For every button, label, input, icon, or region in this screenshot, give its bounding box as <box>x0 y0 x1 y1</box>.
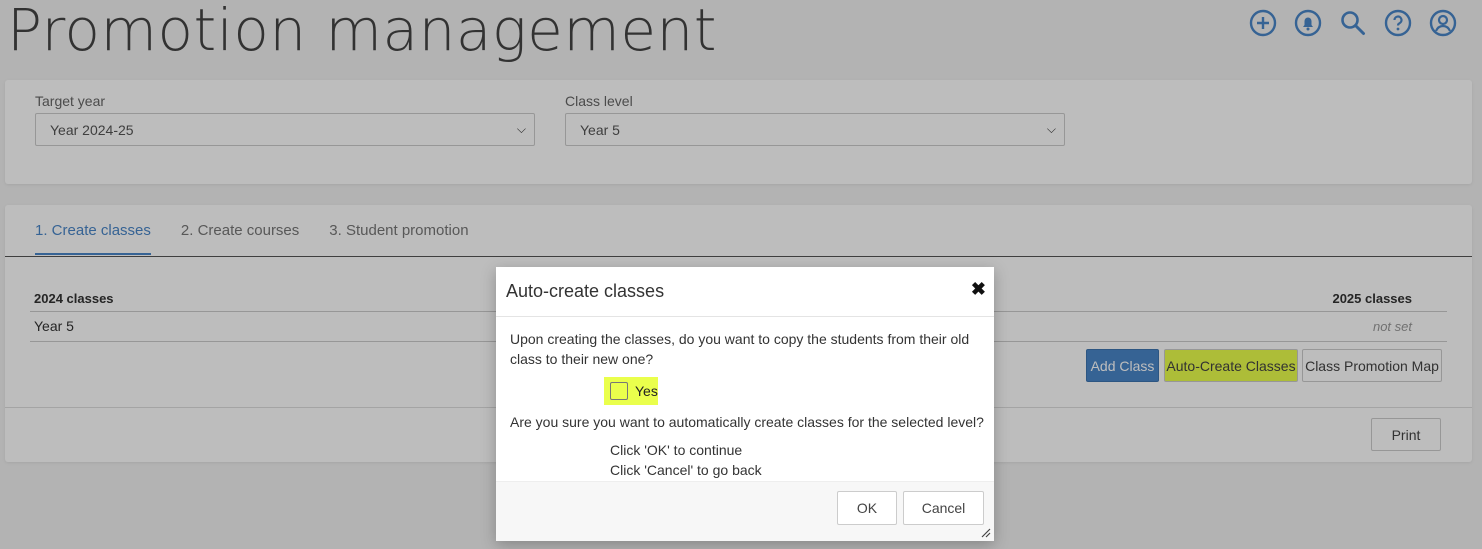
close-icon[interactable]: ✖ <box>971 279 986 300</box>
confirm-question: Are you sure you want to automatically c… <box>510 414 984 430</box>
dialog-title: Auto-create classes <box>506 281 665 301</box>
copy-students-checkbox[interactable] <box>610 382 628 400</box>
copy-students-option[interactable]: Yes <box>604 377 658 405</box>
cancel-button[interactable]: Cancel <box>903 491 984 525</box>
copy-students-checkbox-label[interactable]: Yes <box>635 383 658 399</box>
ok-button[interactable]: OK <box>837 491 897 525</box>
dialog-footer: OK Cancel <box>496 481 994 541</box>
instruction-cancel: Click 'Cancel' to go back <box>610 462 762 478</box>
dialog-header: Auto-create classes ✖ <box>496 267 994 317</box>
copy-students-question: Upon creating the classes, do you want t… <box>510 331 970 367</box>
resize-handle-icon[interactable] <box>981 528 991 538</box>
auto-create-dialog: Auto-create classes ✖ Upon creating the … <box>496 267 994 541</box>
instruction-ok: Click 'OK' to continue <box>610 442 743 458</box>
